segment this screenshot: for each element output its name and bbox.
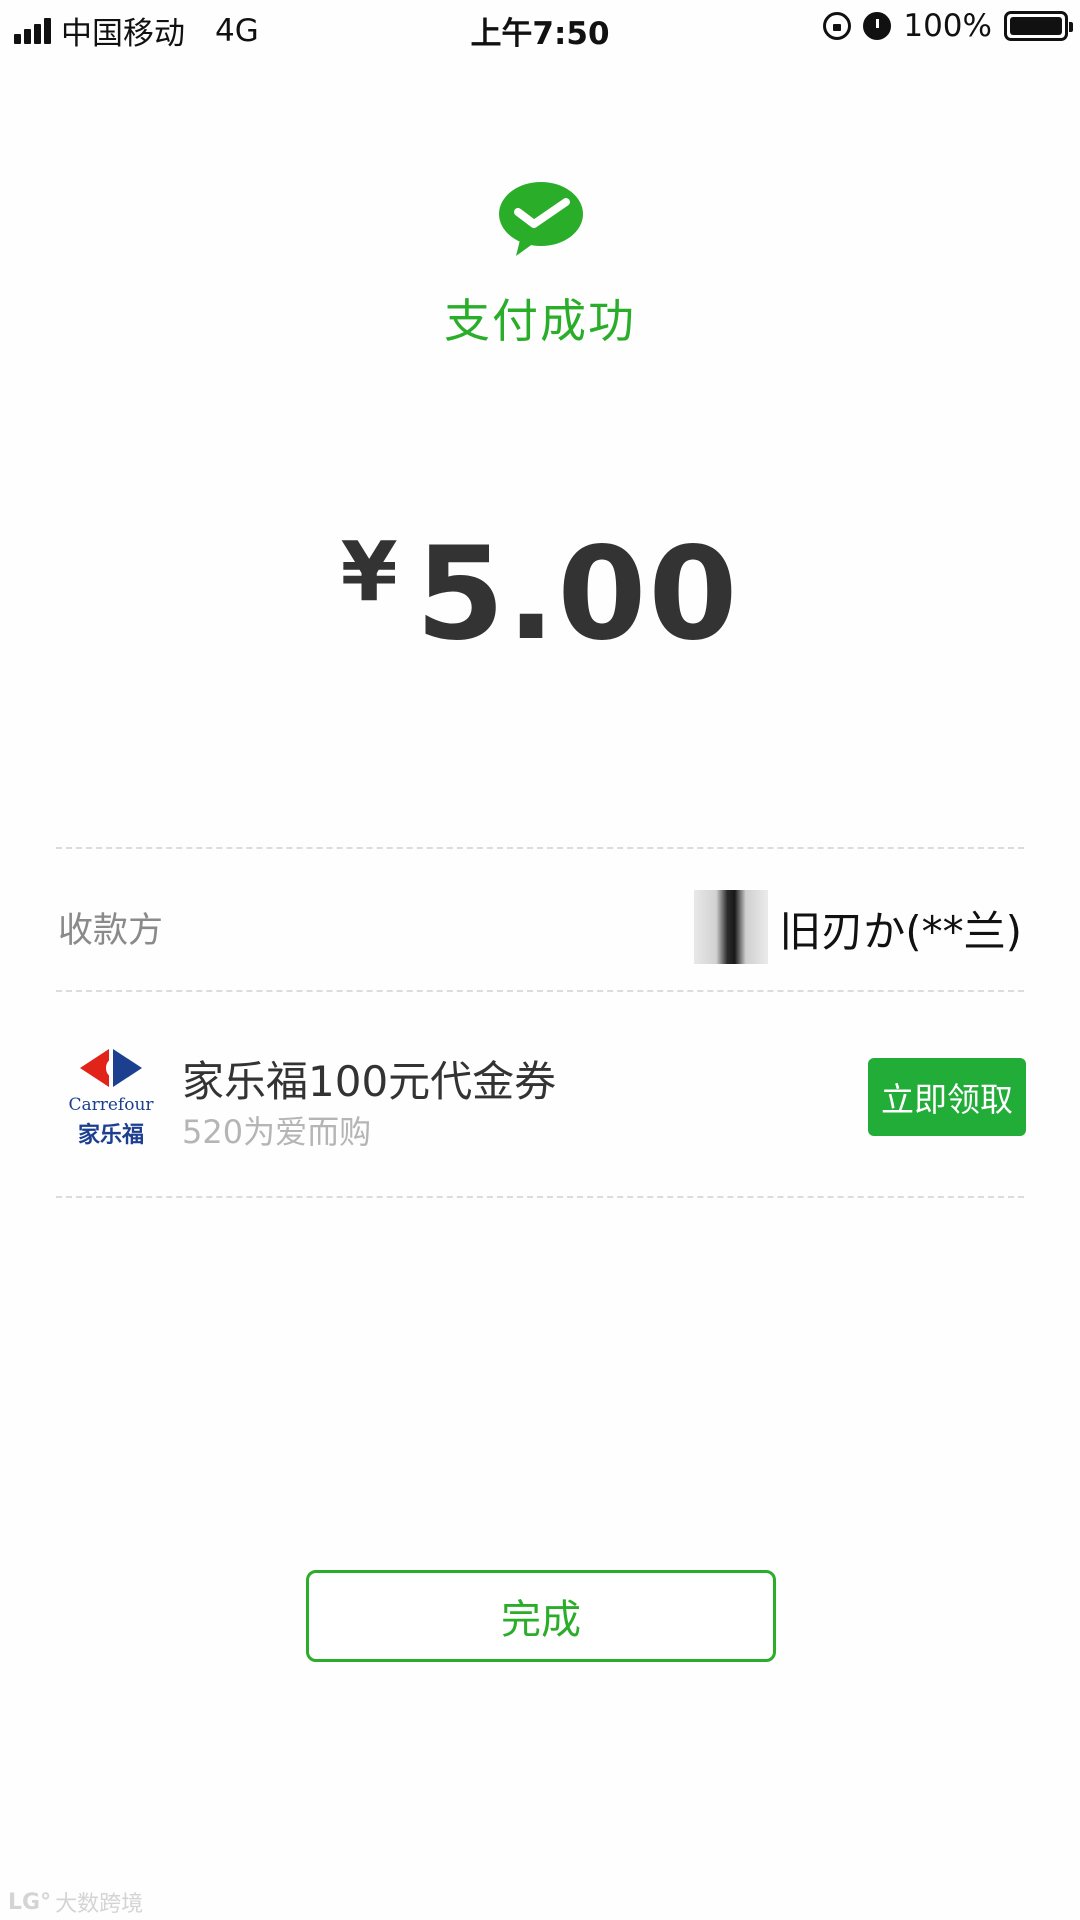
watermark-text: 大数跨境 bbox=[55, 1892, 144, 1917]
carrefour-logo: Carrefour 家乐福 bbox=[66, 1045, 156, 1148]
battery-percent: 100% bbox=[903, 8, 992, 44]
battery-icon bbox=[1004, 11, 1073, 41]
payee-avatar bbox=[694, 890, 768, 964]
payee-label: 收款方 bbox=[58, 911, 164, 951]
watermark-logo-icon: LG° bbox=[8, 1889, 52, 1915]
done-button[interactable]: 完成 bbox=[306, 1570, 776, 1662]
coupon-title: 家乐福100元代金券 bbox=[182, 1057, 557, 1106]
divider bbox=[56, 1196, 1024, 1198]
payee-name: 旧刃か(**兰) bbox=[779, 907, 1022, 956]
claim-coupon-button[interactable]: 立即领取 bbox=[868, 1058, 1026, 1136]
carrefour-logo-icon bbox=[80, 1049, 142, 1087]
currency-symbol: ¥ bbox=[340, 525, 398, 620]
payment-amount: ¥5.00 bbox=[0, 520, 1080, 669]
watermark: LG° 大数跨境 bbox=[8, 1886, 143, 1918]
payment-success-title: 支付成功 bbox=[444, 294, 636, 348]
carrefour-logo-text-cn: 家乐福 bbox=[77, 1123, 144, 1148]
wechat-pay-success-icon bbox=[499, 182, 583, 256]
coupon-subtitle: 520为爱而购 bbox=[182, 1113, 372, 1151]
amount-value: 5.00 bbox=[415, 520, 740, 669]
rotation-lock-icon bbox=[823, 12, 852, 40]
divider bbox=[56, 847, 1024, 849]
status-bar-right: 100% bbox=[823, 8, 1073, 44]
divider bbox=[56, 990, 1024, 992]
payment-success-screen: 中国移动 4G 上午7:50 100% 支付成功 ¥5.00 收款方 旧刃か(*… bbox=[0, 0, 1080, 1920]
status-bar: 中国移动 4G 上午7:50 100% bbox=[0, 0, 1080, 56]
alarm-icon bbox=[863, 12, 892, 40]
carrefour-logo-text-en: Carrefour bbox=[68, 1095, 154, 1115]
